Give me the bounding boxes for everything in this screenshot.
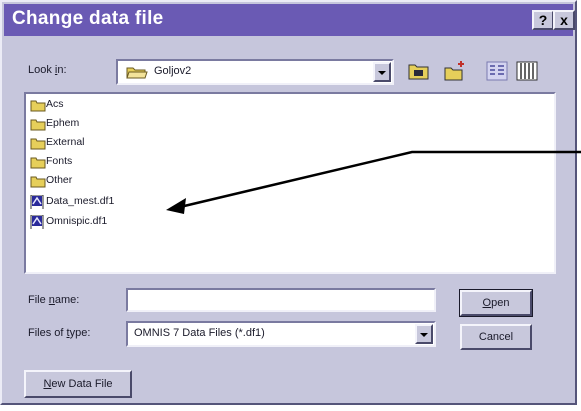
file-list[interactable]: Acs Ephem External Fonts Other Data_mest… — [24, 92, 556, 274]
list-view-button[interactable] — [484, 59, 510, 83]
file-name-label: File name: — [28, 294, 80, 306]
open-button[interactable]: Open — [459, 289, 533, 317]
folder-icon — [30, 157, 46, 169]
chevron-down-icon — [420, 333, 428, 337]
folder-icon — [30, 100, 46, 112]
create-new-folder-button[interactable] — [442, 59, 468, 83]
up-one-level-button[interactable] — [406, 59, 432, 83]
look-in-dropdown-button[interactable] — [373, 62, 391, 82]
help-button[interactable]: ? — [532, 10, 554, 30]
list-view-icon — [486, 61, 508, 81]
files-of-type-label: Files of type: — [28, 327, 91, 339]
files-of-type-value: OMNIS 7 Data Files (*.df1) — [134, 327, 265, 339]
title-bar[interactable]: Change data file ? x — [4, 4, 575, 36]
data-file-icon — [30, 195, 44, 209]
data-file-icon — [30, 215, 44, 229]
details-view-icon — [516, 61, 538, 81]
details-view-button[interactable] — [514, 59, 540, 83]
folder-icon — [30, 138, 46, 150]
files-of-type-dropdown[interactable]: OMNIS 7 Data Files (*.df1) — [126, 321, 436, 347]
folder-icon — [30, 176, 46, 188]
open-folder-icon — [126, 67, 148, 79]
files-of-type-dropdown-button[interactable] — [415, 324, 433, 344]
look-in-value: Goljov2 — [154, 65, 192, 77]
cancel-button[interactable]: Cancel — [460, 324, 532, 350]
new-folder-icon — [444, 61, 464, 81]
change-data-file-dialog: Change data file ? x Look in: Goljov2 Ac… — [0, 0, 577, 405]
up-folder-icon — [408, 64, 429, 80]
look-in-dropdown[interactable]: Goljov2 — [116, 59, 394, 85]
new-data-file-button[interactable]: New Data File — [24, 370, 132, 398]
file-name-input[interactable] — [126, 288, 436, 312]
folder-icon — [30, 119, 46, 131]
chevron-down-icon — [378, 71, 386, 75]
dialog-title: Change data file — [12, 8, 164, 29]
close-button[interactable]: x — [553, 10, 575, 30]
look-in-label: Look in: — [28, 64, 67, 76]
